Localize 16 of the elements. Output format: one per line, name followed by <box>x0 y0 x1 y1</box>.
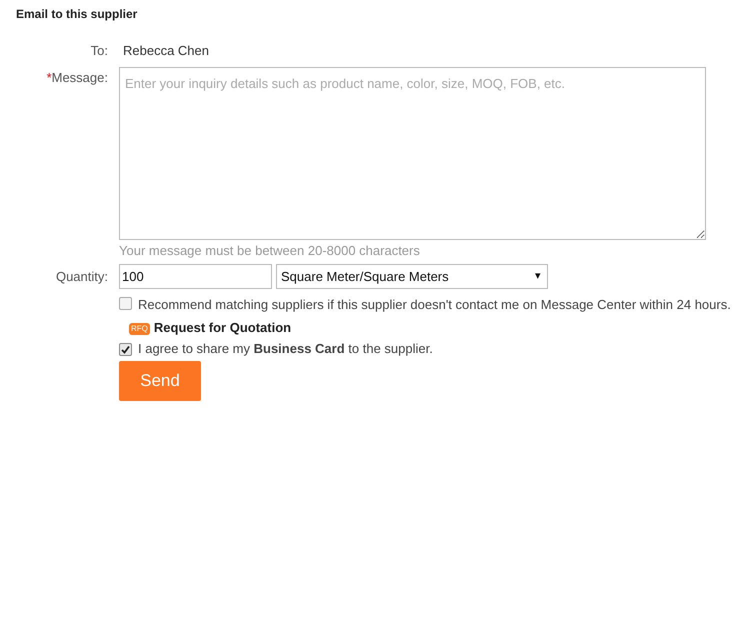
message-hint: Your message must be between 20-8000 characters <box>119 242 421 260</box>
checkbox[interactable] <box>119 343 132 356</box>
message-label: *Message: <box>46 68 108 87</box>
to-label: To: <box>90 42 108 60</box>
message-field[interactable]: Enter your inquiry details such as product name, color, size, MOQ, FOB, etc. <box>119 66 706 240</box>
rfq-link[interactable]: Request for Quotation <box>154 320 292 335</box>
quantity-label: Quantity: <box>54 268 108 286</box>
recipient-name: Rebecca Chen <box>122 42 210 60</box>
checkbox[interactable] <box>119 297 132 310</box>
agree-text: I agree to share my Business Card to the supplier. <box>138 341 433 356</box>
recommend-text: Recommend matching suppliers if this supplier doesn't contact me on Message Center within 24 hours. <box>138 297 731 312</box>
checkmark-icon <box>121 345 130 354</box>
form-title: Email to this supplier <box>16 6 138 23</box>
unit-dropdown[interactable]: Square Meter/Square Meters ▾ <box>276 264 548 289</box>
rfq-badge: RFQ <box>129 323 150 335</box>
quantity-field[interactable]: 100 <box>119 264 272 289</box>
